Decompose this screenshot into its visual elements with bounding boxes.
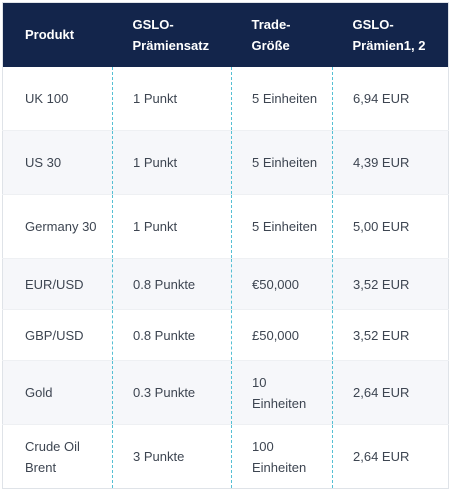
cell-produkt: US 30 [2, 130, 113, 195]
gslo-premium-table-panel: Produkt GSLO- Prämiensatz Trade- Größe G… [0, 0, 450, 489]
cell-praemie: 2,64 EUR [332, 360, 449, 425]
table-header: Produkt GSLO- Prämiensatz Trade- Größe G… [2, 2, 449, 67]
table-row: US 30 1 Punkt 5 Einheiten 4,39 EUR [2, 130, 449, 195]
table-row: UK 100 1 Punkt 5 Einheiten 6,94 EUR [2, 66, 449, 131]
header-produkt-label: Produkt [25, 27, 75, 43]
header-gslo-praemien-line1: GSLO- [352, 16, 394, 32]
header-gslo-praemiensatz-line1: GSLO- [132, 16, 174, 32]
cell-produkt: EUR/USD [2, 258, 113, 310]
cell-praemie: 3,52 EUR [332, 258, 449, 310]
cell-praemie: 2,64 EUR [332, 424, 449, 489]
table-row: Crude Oil Brent 3 Punkte 100 Einheiten 2… [2, 424, 449, 489]
cell-praemiensatz: 3 Punkte [112, 424, 232, 489]
cell-trade-groesse: 5 Einheiten [231, 66, 333, 131]
cell-trade-groesse: £50,000 [231, 309, 333, 361]
cell-praemie: 3,52 EUR [332, 309, 449, 361]
table-row: GBP/USD 0.8 Punkte £50,000 3,52 EUR [2, 309, 449, 361]
cell-produkt: Gold [2, 360, 113, 425]
table-row: EUR/USD 0.8 Punkte €50,000 3,52 EUR [2, 258, 449, 310]
cell-trade-groesse: 5 Einheiten [231, 194, 333, 259]
cell-produkt: Crude Oil Brent [2, 424, 113, 489]
cell-trade-groesse: 5 Einheiten [231, 130, 333, 195]
header-produkt: Produkt [2, 2, 113, 67]
header-gslo-praemien: GSLO- Prämien1, 2 [332, 2, 449, 67]
header-gslo-praemien-line2: Prämien1, 2 [352, 37, 426, 53]
cell-praemie: 6,94 EUR [332, 66, 449, 131]
header-trade-groesse-line2: Größe [251, 37, 290, 53]
cell-praemie: 5,00 EUR [332, 194, 449, 259]
header-trade-groesse: Trade- Größe [231, 2, 333, 67]
cell-trade-groesse: 10 Einheiten [231, 360, 333, 425]
table-body: UK 100 1 Punkt 5 Einheiten 6,94 EUR US 3… [2, 66, 449, 489]
header-gslo-praemiensatz-line2: Prämiensatz [132, 37, 210, 53]
cell-produkt: UK 100 [2, 66, 113, 131]
cell-praemiensatz: 0.8 Punkte [112, 258, 232, 310]
table-row: Gold 0.3 Punkte 10 Einheiten 2,64 EUR [2, 360, 449, 425]
cell-produkt: GBP/USD [2, 309, 113, 361]
header-gslo-praemiensatz: GSLO- Prämiensatz [112, 2, 232, 67]
gslo-premium-table: Produkt GSLO- Prämiensatz Trade- Größe G… [2, 2, 449, 489]
cell-praemiensatz: 1 Punkt [112, 66, 232, 131]
cell-praemiensatz: 1 Punkt [112, 130, 232, 195]
cell-produkt: Germany 30 [2, 194, 113, 259]
cell-praemie: 4,39 EUR [332, 130, 449, 195]
cell-praemiensatz: 1 Punkt [112, 194, 232, 259]
cell-trade-groesse: 100 Einheiten [231, 424, 333, 489]
cell-praemiensatz: 0.3 Punkte [112, 360, 232, 425]
cell-praemiensatz: 0.8 Punkte [112, 309, 232, 361]
header-trade-groesse-line1: Trade- [251, 16, 291, 32]
table-header-row: Produkt GSLO- Prämiensatz Trade- Größe G… [2, 2, 449, 67]
table-row: Germany 30 1 Punkt 5 Einheiten 5,00 EUR [2, 194, 449, 259]
cell-trade-groesse: €50,000 [231, 258, 333, 310]
